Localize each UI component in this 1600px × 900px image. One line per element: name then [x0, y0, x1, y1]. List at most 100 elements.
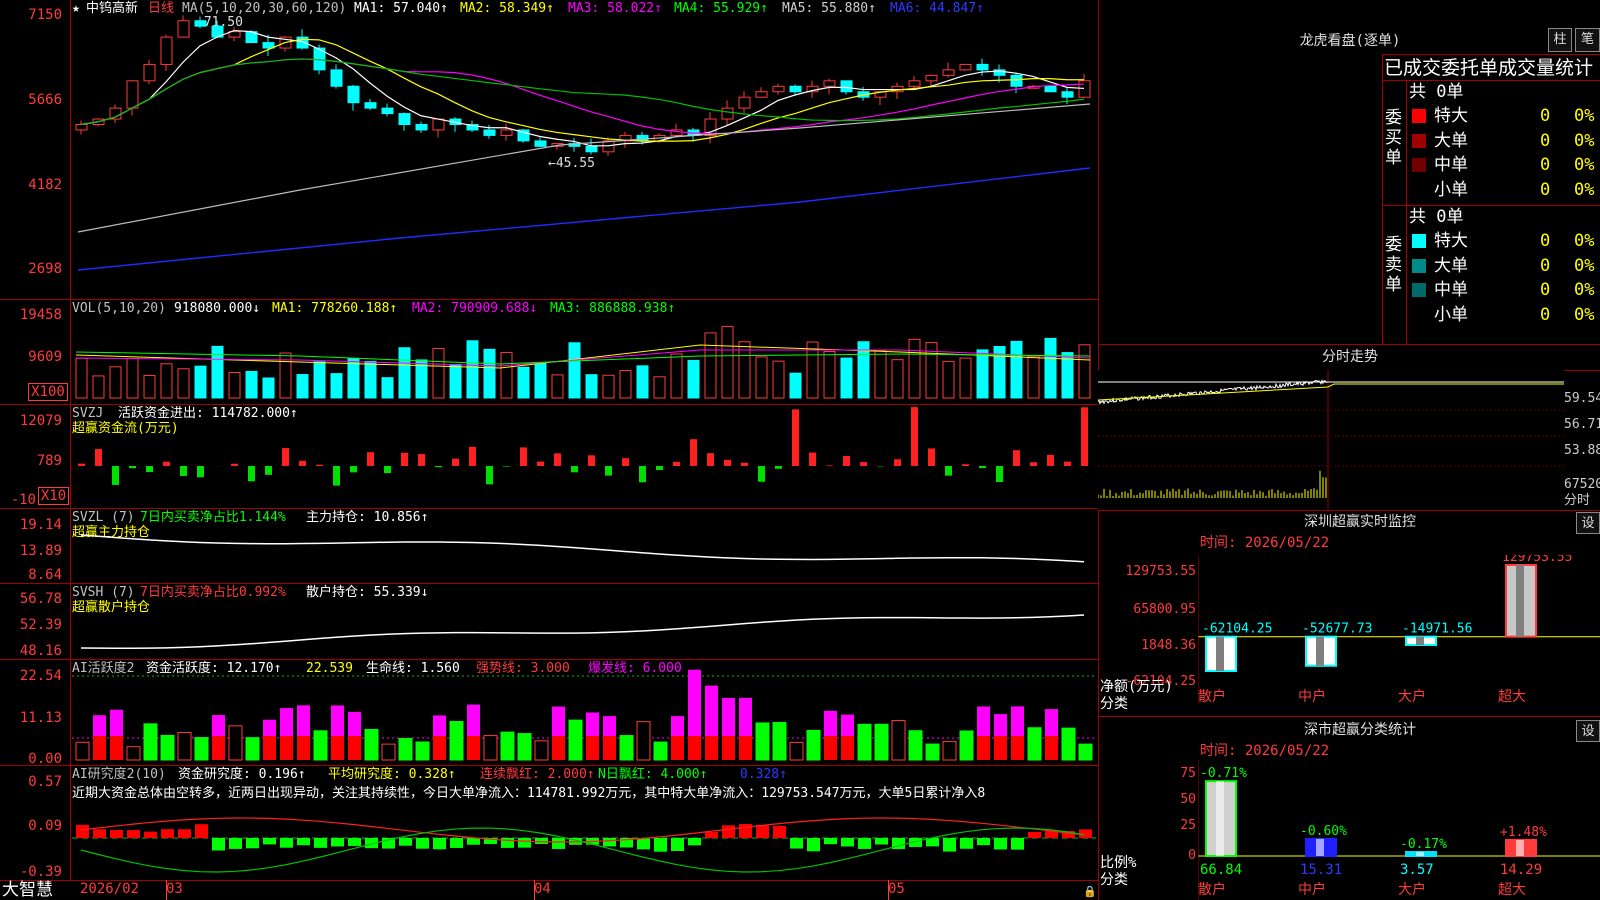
intraday-title: 分时走势: [1322, 349, 1378, 365]
sz-class-settings-button[interactable]: 设: [1576, 720, 1600, 742]
monitor-value: -52677.73: [1302, 622, 1372, 637]
flow-bar: [316, 464, 323, 466]
research-bar: [518, 838, 531, 848]
flow-bar: [605, 466, 612, 476]
research-bar: [263, 838, 276, 845]
research-bar: [603, 838, 616, 847]
buy-total: 共 0单: [1409, 82, 1464, 102]
monitor-value: 129753.55: [1502, 555, 1572, 565]
research-bar: [76, 824, 89, 838]
research-bar: [807, 838, 820, 852]
vol-bar: [143, 374, 156, 399]
candle-body: [942, 69, 955, 76]
x-tick: [166, 880, 167, 900]
flow-bar: [1030, 462, 1037, 466]
buy-row-count: 0: [1540, 155, 1551, 175]
vol-bar: [840, 357, 853, 399]
vol-bar: [194, 365, 207, 399]
active-bar: [415, 741, 430, 761]
vol-bar: [500, 351, 513, 399]
flow-bar: [435, 466, 442, 468]
flow-bar: [741, 462, 748, 466]
active-bar: [126, 746, 141, 761]
vol-bar: [1078, 344, 1091, 399]
active-bar: [1061, 727, 1076, 761]
flow-bar: [95, 449, 102, 466]
vol-bar: [1010, 340, 1023, 399]
monitor-category: 大户: [1398, 688, 1426, 705]
active-bar: [857, 723, 872, 761]
intraday-vol-label: 分时: [1564, 493, 1591, 508]
sz-class-chart[interactable]: -0.71% 66.84 散户 -0.60% 15.31 中户 -0.17% 3.57 大户 +1…: [1198, 760, 1600, 900]
flow-bar: [299, 460, 306, 466]
flow-bar: [452, 458, 459, 466]
active-bar: [755, 722, 770, 761]
flow-bar: [418, 454, 425, 466]
monitor-bar-shade: [1416, 636, 1424, 645]
active-bar: [313, 730, 328, 761]
x-tick: [888, 880, 889, 900]
lock-icon[interactable]: 🔒: [1083, 884, 1097, 899]
research-bar: [280, 838, 293, 848]
research-bar: [654, 838, 667, 852]
candle-body: [398, 113, 411, 125]
flow-bar: [78, 463, 85, 466]
research-bar: [858, 838, 871, 849]
vol-bar: [177, 368, 190, 399]
active-bar: [449, 721, 464, 761]
research-bar: [535, 838, 548, 845]
research-bar: [178, 829, 191, 838]
sell-row-swatch: [1412, 283, 1426, 297]
chart-canvas[interactable]: [0, 0, 1098, 880]
sz-class-title: 深市超赢分类统计: [1304, 722, 1416, 738]
class-change: -0.17%: [1400, 837, 1447, 852]
candle-body: [364, 102, 377, 109]
active-bar: [467, 736, 480, 760]
candle-body: [534, 140, 547, 147]
sz-monitor-title: 深圳超赢实时监控: [1304, 514, 1416, 530]
category-label: 分类: [1100, 872, 1128, 888]
flow-bar: [282, 448, 289, 466]
monitor-value: -14971.56: [1402, 622, 1472, 637]
active-bar: [806, 729, 821, 761]
sz-monitor-settings-button[interactable]: 设: [1576, 512, 1600, 534]
buy-row-count: 0: [1540, 130, 1551, 151]
intraday-chart[interactable]: [1098, 370, 1564, 510]
candle-body: [908, 80, 921, 87]
flow-bar: [1047, 454, 1054, 466]
vol-bar: [313, 361, 326, 399]
intraday-tick: 56.71: [1564, 417, 1600, 432]
active-bar: [297, 705, 310, 736]
research-bar: [841, 838, 854, 847]
vol-bar: [551, 374, 564, 399]
active-bar: [364, 728, 379, 761]
vol-bar: [721, 325, 734, 399]
sz-monitor-time: 时间: 2026/05/22: [1200, 535, 1330, 551]
bar-mode-button[interactable]: 柱: [1548, 28, 1572, 52]
intraday-bg: [1098, 370, 1564, 510]
sz-monitor-chart[interactable]: -62104.25 散户 -52677.73 中户 -14971.56 大户 129753.…: [1198, 555, 1600, 715]
flow-bar: [1013, 450, 1020, 466]
active-bar: [619, 735, 634, 761]
active-bar: [381, 743, 396, 761]
flow-bar: [979, 466, 986, 469]
active-bar: [483, 735, 498, 761]
active-bar: [177, 731, 192, 761]
flow-bar: [758, 466, 765, 482]
monitor-category: 超大: [1498, 689, 1526, 705]
vol-bar: [789, 372, 802, 399]
active-bar: [824, 710, 837, 736]
sell-total: 共 0单: [1409, 207, 1464, 227]
vol-bar: [296, 374, 309, 399]
active-bar: [348, 711, 361, 736]
sz-class-tick: 50: [1180, 792, 1196, 807]
research-bar: [705, 831, 718, 838]
vol-bar: [891, 359, 904, 399]
pen-mode-button[interactable]: 笔: [1575, 28, 1600, 52]
vol-bar: [75, 357, 88, 399]
stock-terminal: 7150 5666 4182 2698 19458 9609 X100 1207…: [0, 0, 1600, 900]
candle-body: [823, 80, 836, 87]
flow-bar: [486, 466, 493, 485]
vol-bar: [1027, 355, 1040, 399]
dt-side-border: [1406, 80, 1407, 344]
